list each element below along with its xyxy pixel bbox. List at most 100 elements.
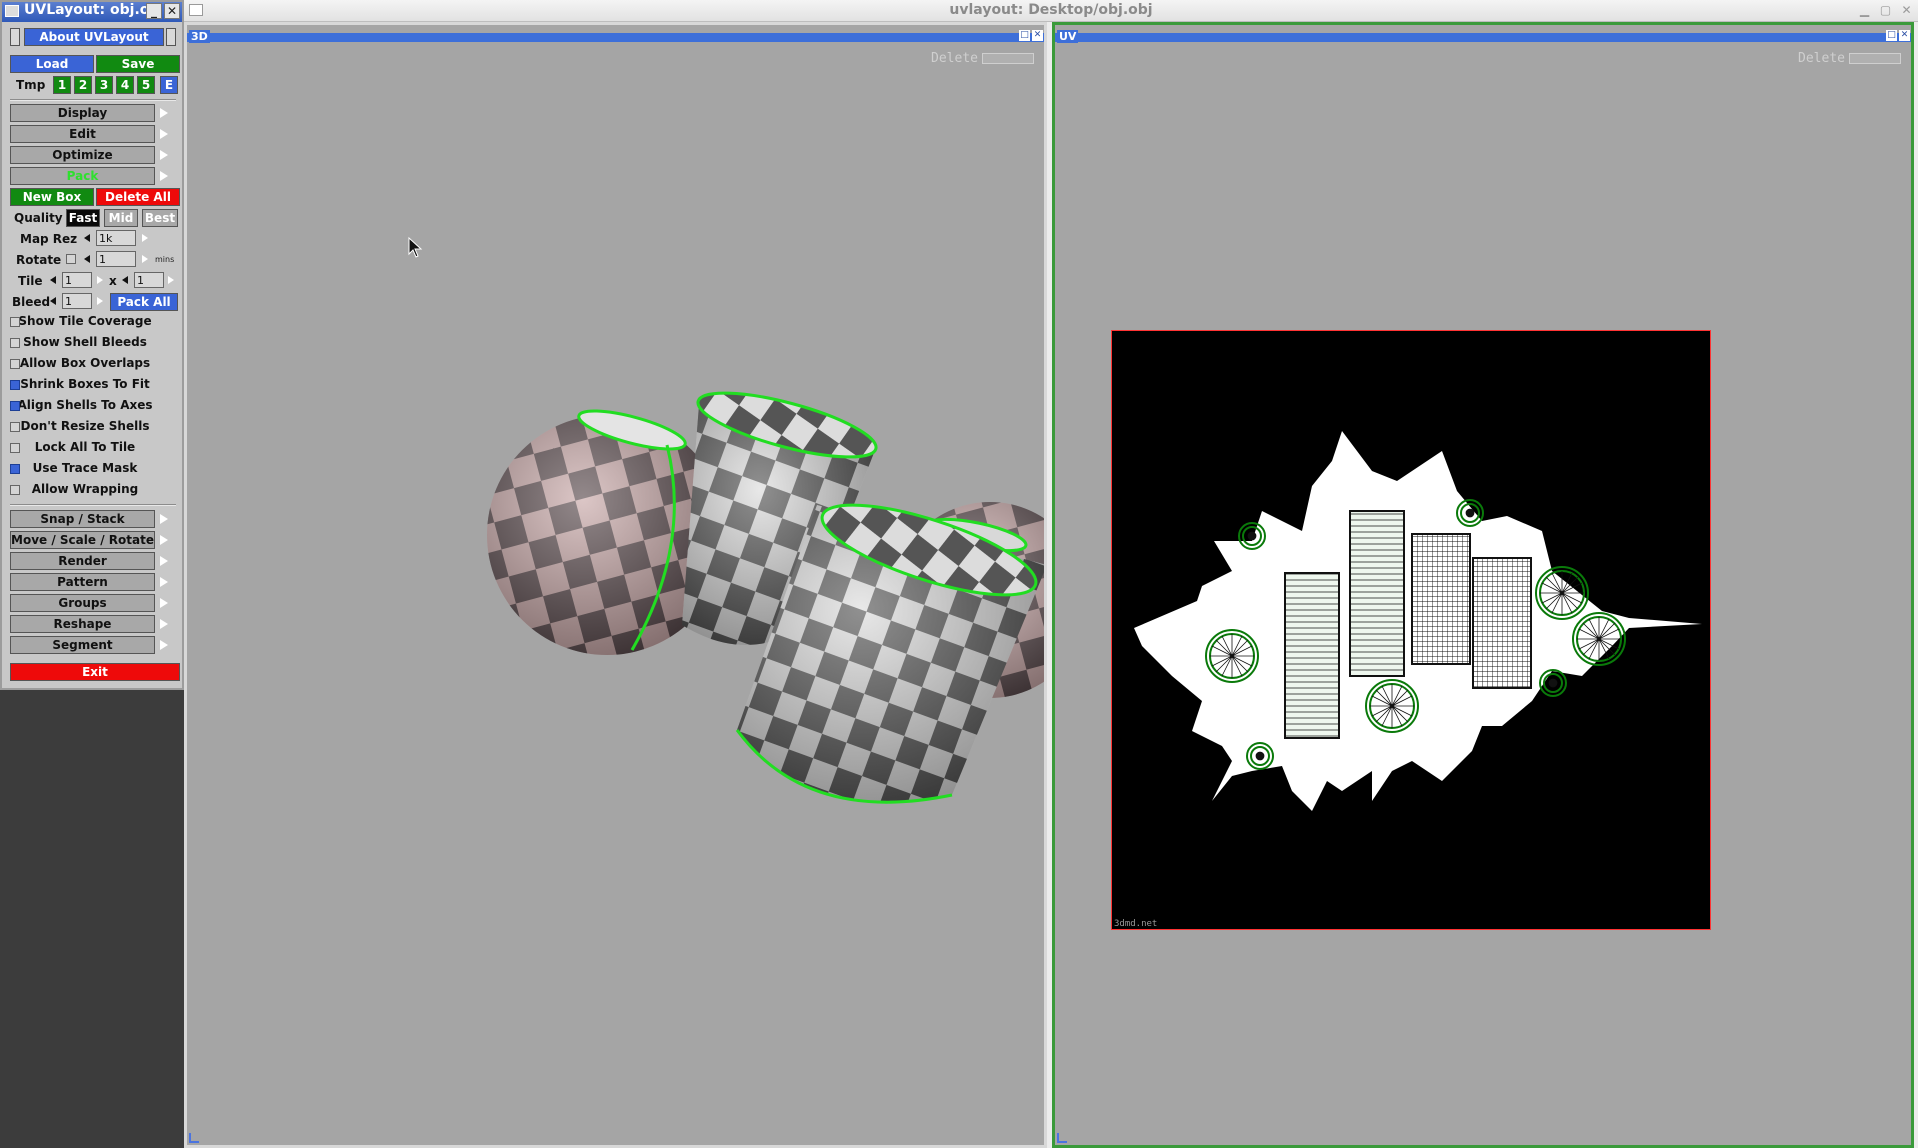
option-row[interactable]: Lock All To Tile	[10, 440, 177, 458]
option-row[interactable]: Allow Box Overlaps	[10, 356, 177, 374]
tile-y-field[interactable]: 1	[134, 272, 164, 288]
option-checkbox[interactable]	[10, 380, 20, 390]
option-row[interactable]: Align Shells To Axes	[10, 398, 177, 416]
viewport-uv-label: UV	[1057, 30, 1079, 43]
load-button[interactable]: Load	[10, 55, 94, 73]
expand-arrow-icon[interactable]	[160, 619, 168, 629]
increment-icon[interactable]	[97, 276, 103, 284]
about-right-handle[interactable]	[166, 28, 176, 46]
decrement-icon[interactable]	[122, 276, 128, 284]
option-row[interactable]: Show Tile Coverage	[10, 314, 177, 332]
option-checkbox[interactable]	[10, 359, 20, 369]
viewport-uv[interactable]: UV □ ✕ Delete 3dmd.net	[1052, 22, 1914, 1148]
increment-icon[interactable]	[142, 255, 148, 263]
option-checkbox[interactable]	[10, 317, 20, 327]
tmp-slot-e[interactable]: E	[160, 76, 178, 94]
option-checkbox[interactable]	[10, 401, 20, 411]
expand-arrow-icon[interactable]	[160, 556, 168, 566]
decrement-icon[interactable]	[50, 276, 56, 284]
decrement-icon[interactable]	[50, 297, 56, 305]
save-button[interactable]: Save	[96, 55, 180, 73]
option-row[interactable]: Don't Resize Shells	[10, 419, 177, 437]
uv-shell-grid[interactable]	[1411, 533, 1471, 665]
expand-arrow-icon[interactable]	[160, 577, 168, 587]
expand-arrow-icon[interactable]	[160, 108, 168, 118]
rotate-checkbox[interactable]	[66, 254, 76, 264]
minimize-icon[interactable]: _	[146, 3, 162, 19]
pack-all-button[interactable]: Pack All	[110, 293, 178, 311]
increment-icon[interactable]	[168, 276, 174, 284]
decrement-icon[interactable]	[84, 255, 90, 263]
option-label: Align Shells To Axes	[17, 398, 153, 412]
bleed-field[interactable]: 1	[62, 293, 92, 309]
menu-snap-stack[interactable]: Snap / Stack	[10, 510, 155, 528]
uv-shells[interactable]	[1112, 331, 1710, 929]
delete-slider-uv[interactable]: Delete	[1798, 51, 1901, 66]
new-box-button[interactable]: New Box	[10, 188, 94, 206]
menu-reshape[interactable]: Reshape	[10, 615, 155, 633]
resize-corner-icon[interactable]	[189, 1133, 199, 1143]
menu-optimize[interactable]: Optimize	[10, 146, 155, 164]
about-button[interactable]: About UVLayout	[24, 28, 164, 46]
expand-arrow-icon[interactable]	[160, 598, 168, 608]
option-checkbox[interactable]	[10, 338, 20, 348]
quality-mid[interactable]: Mid	[104, 209, 138, 227]
exit-button[interactable]: Exit	[10, 663, 180, 681]
menu-display[interactable]: Display	[10, 104, 155, 122]
uv-watermark: 3dmd.net	[1114, 919, 1158, 929]
option-row[interactable]: Show Shell Bleeds	[10, 335, 177, 353]
tmp-slot-1[interactable]: 1	[53, 76, 71, 94]
tool-panel-titlebar[interactable]: UVLayout: obj.o _ ✕	[2, 2, 182, 22]
rotate-field[interactable]: 1	[96, 251, 136, 267]
menu-pack[interactable]: Pack	[10, 167, 155, 185]
main-titlebar[interactable]: uvlayout: Desktop/obj.obj ▁ ▢ ✕	[184, 0, 1918, 22]
menu-edit[interactable]: Edit	[10, 125, 155, 143]
menu-groups[interactable]: Groups	[10, 594, 155, 612]
tmp-slot-4[interactable]: 4	[116, 76, 134, 94]
minimize-icon[interactable]: ▁	[1857, 3, 1872, 18]
tmp-slot-5[interactable]: 5	[137, 76, 155, 94]
quality-fast[interactable]: Fast	[66, 209, 100, 227]
option-checkbox[interactable]	[10, 485, 20, 495]
tmp-slot-3[interactable]: 3	[95, 76, 113, 94]
viewport-3d[interactable]: 3D □ ✕ Delete	[184, 22, 1047, 1148]
scene-3d[interactable]	[187, 25, 1044, 1145]
uv-shell-cylinder-side[interactable]	[1349, 510, 1405, 677]
option-row[interactable]: Use Trace Mask	[10, 461, 177, 479]
close-pane-icon[interactable]: ✕	[1899, 30, 1910, 41]
menu-pattern[interactable]: Pattern	[10, 573, 155, 591]
delete-all-button[interactable]: Delete All	[96, 188, 180, 206]
uv-shell-grid[interactable]	[1472, 557, 1532, 689]
tmp-slot-2[interactable]: 2	[74, 76, 92, 94]
increment-icon[interactable]	[97, 297, 103, 305]
option-checkbox[interactable]	[10, 443, 20, 453]
resize-corner-icon[interactable]	[1057, 1133, 1067, 1143]
close-icon[interactable]: ✕	[1899, 3, 1914, 18]
expand-arrow-icon[interactable]	[160, 514, 168, 524]
expand-arrow-icon[interactable]	[160, 640, 168, 650]
menu-render[interactable]: Render	[10, 552, 155, 570]
expand-arrow-icon[interactable]	[160, 129, 168, 139]
quality-best[interactable]: Best	[142, 209, 178, 227]
tile-x-field[interactable]: 1	[62, 272, 92, 288]
maximize-pane-icon[interactable]: □	[1886, 30, 1897, 41]
about-left-handle[interactable]	[10, 28, 20, 46]
expand-arrow-icon[interactable]	[160, 150, 168, 160]
increment-icon[interactable]	[142, 234, 148, 242]
expand-arrow-icon[interactable]	[160, 535, 168, 545]
maximize-icon[interactable]: ▢	[1878, 3, 1893, 18]
decrement-icon[interactable]	[84, 234, 90, 242]
map-rez-field[interactable]: 1k	[96, 230, 136, 246]
option-row[interactable]: Shrink Boxes To Fit	[10, 377, 177, 395]
menu-move-scale-rotate[interactable]: Move / Scale / Rotate	[10, 531, 155, 549]
expand-arrow-icon[interactable]	[160, 171, 168, 181]
menu-segment[interactable]: Segment	[10, 636, 155, 654]
option-checkbox[interactable]	[10, 422, 20, 432]
map-rez-label: Map Rez	[20, 232, 78, 246]
option-checkbox[interactable]	[10, 464, 20, 474]
close-icon[interactable]: ✕	[164, 3, 180, 19]
uv-shell-cylinder-side[interactable]	[1284, 572, 1340, 739]
uv-tile[interactable]: 3dmd.net	[1111, 330, 1711, 930]
option-row[interactable]: Allow Wrapping	[10, 482, 177, 500]
tool-panel-title: UVLayout: obj.o	[24, 2, 150, 18]
